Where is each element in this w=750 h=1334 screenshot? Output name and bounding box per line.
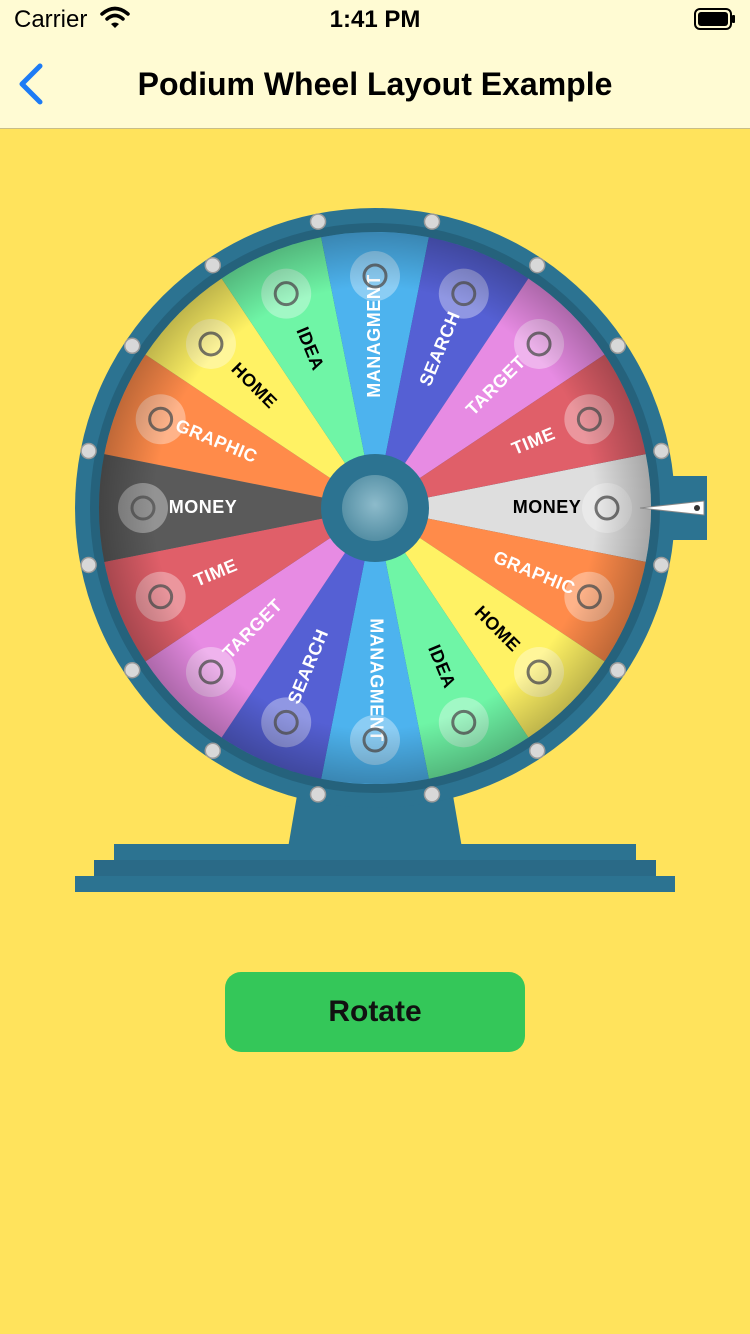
rim-bulb (80, 556, 97, 574)
rim-bulb (423, 213, 441, 230)
stand-step-top (114, 844, 636, 862)
rim-bulb (204, 742, 222, 760)
hub-cap (342, 475, 408, 541)
rim-bulb (204, 256, 222, 274)
rim-bulb (609, 337, 627, 355)
rim-bulb (309, 213, 327, 230)
stand-step-middle (94, 860, 656, 878)
page-title: Podium Wheel Layout Example (137, 66, 613, 102)
stand-step-bottom (75, 876, 675, 892)
rim-bulb (528, 742, 546, 760)
rim-bulb (80, 442, 97, 460)
rim-bulb (309, 786, 327, 803)
podium-wheel: MONEYGRAPHICHOMEIDEAMANAGMENTSEARCHTARGE… (75, 208, 707, 892)
rim-bulb (609, 661, 627, 679)
rim-bulb (528, 256, 546, 274)
pointer-pin (694, 505, 700, 511)
rim-bulb (653, 442, 670, 460)
status-bar: Carrier 1:41 PM (0, 0, 750, 40)
rim-bulb (123, 337, 141, 355)
wheel-hub (321, 454, 429, 562)
rim-bulb (123, 661, 141, 679)
clock: 1:41 PM (329, 6, 421, 33)
rim-bulb (423, 786, 441, 803)
rotate-button[interactable]: Rotate (225, 972, 525, 1052)
battery-icon (694, 8, 735, 30)
rim-bulb (653, 556, 670, 574)
